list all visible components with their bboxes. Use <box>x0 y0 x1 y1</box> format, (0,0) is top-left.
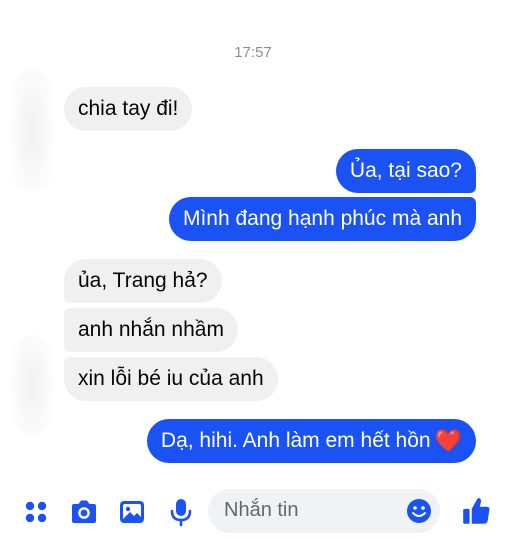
sender-avatar <box>12 335 52 435</box>
message-input-placeholder: Nhắn tin <box>224 499 299 521</box>
emoji-icon[interactable] <box>406 498 432 524</box>
message-bubble-incoming[interactable]: anh nhắn nhầm <box>64 308 238 352</box>
message-bubble-outgoing[interactable]: Ủa, tại sao? <box>335 149 476 193</box>
message-text: xin lỗi bé iu của anh <box>78 367 264 390</box>
message-text: ủa, Trang hả? <box>78 269 208 292</box>
message-text: Dạ, hihi. Anh làm em hết hồn <box>160 429 431 452</box>
message-bubble-outgoing[interactable]: Dạ, hihi. Anh làm em hết hồn ❤️ <box>146 419 476 463</box>
apps-icon[interactable] <box>21 497 51 527</box>
camera-icon[interactable] <box>69 497 99 527</box>
message-text: anh nhắn nhầm <box>78 318 224 341</box>
message-text: Mình đang hạnh phúc mà anh <box>182 207 462 230</box>
message-composer: Nhắn tin <box>0 489 506 533</box>
message-input[interactable]: Nhắn tin <box>208 489 440 533</box>
heart-emoji: ❤️ <box>434 428 462 453</box>
message-bubble-incoming[interactable]: ủa, Trang hả? <box>64 259 222 303</box>
message-text: chia tay đi! <box>78 97 179 120</box>
microphone-icon[interactable] <box>166 497 196 527</box>
message-bubble-outgoing[interactable]: Mình đang hạnh phúc mà anh <box>168 197 476 241</box>
message-bubble-incoming[interactable]: xin lỗi bé iu của anh <box>64 357 278 401</box>
timestamp: 17:57 <box>234 44 272 61</box>
message-text: Ủa, tại sao? <box>349 159 462 182</box>
gallery-icon[interactable] <box>117 497 147 527</box>
thumbs-up-icon[interactable] <box>460 495 492 527</box>
sender-avatar <box>12 70 52 190</box>
message-bubble-incoming[interactable]: chia tay đi! <box>64 87 193 131</box>
